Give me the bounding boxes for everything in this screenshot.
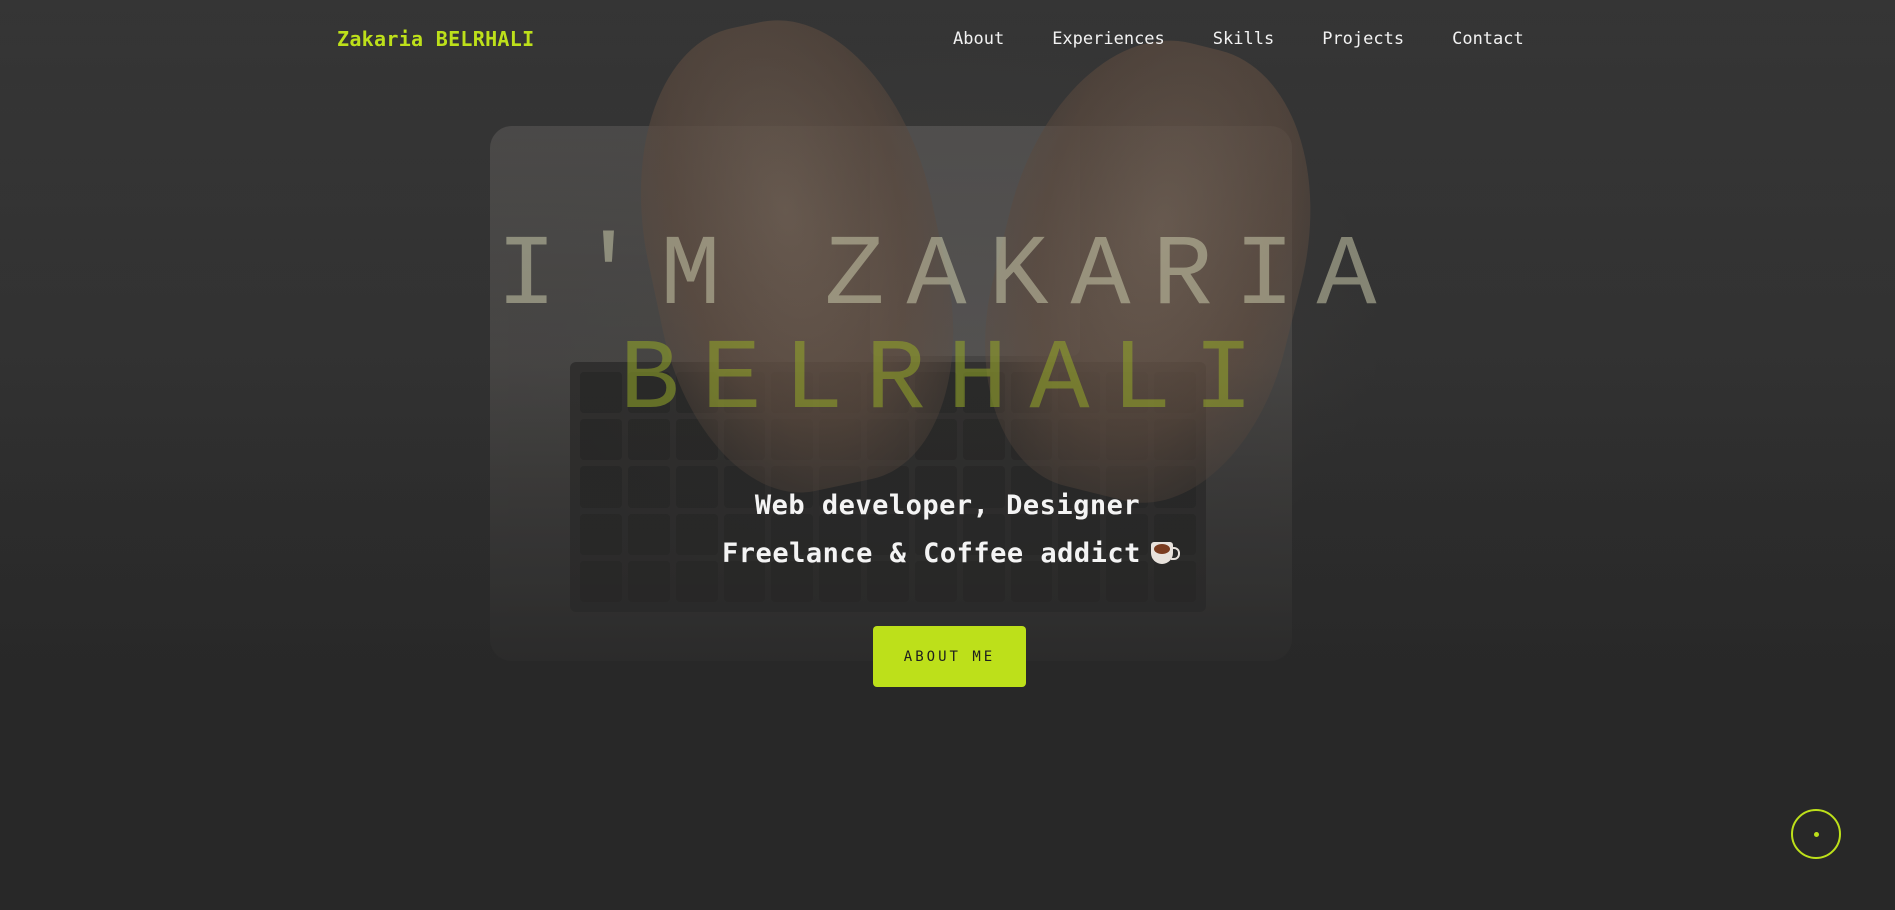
hero-subtitle-tagline-text: Freelance & Coffee addict	[722, 538, 1141, 569]
nav-link-contact[interactable]: Contact	[1452, 29, 1524, 49]
hero-title-line2: BELRHALI	[619, 325, 1276, 438]
scroll-indicator-button[interactable]	[1791, 809, 1841, 859]
nav-link-projects[interactable]: Projects	[1322, 29, 1404, 49]
hero-subtitle-role: Web developer, Designer	[0, 490, 1895, 521]
hero-title-line1: I'M ZAKARIA	[496, 221, 1399, 334]
hero-subtitle-tagline: Freelance & Coffee addict	[0, 538, 1895, 569]
nav-link-about[interactable]: About	[953, 29, 1004, 49]
nav-link-skills[interactable]: Skills	[1213, 29, 1274, 49]
hero-title: I'M ZAKARIA BELRHALI	[0, 228, 1895, 432]
hero-subtitle-role-text: Web developer, Designer	[754, 490, 1141, 521]
site-header: Zakaria BELRHALI About Experiences Skill…	[0, 0, 1895, 80]
main-nav: About Experiences Skills Projects Contac…	[953, 29, 1524, 49]
scroll-indicator-icon	[1814, 832, 1819, 837]
nav-link-experiences[interactable]: Experiences	[1052, 29, 1165, 49]
about-me-button[interactable]: ABOUT ME	[873, 626, 1026, 687]
coffee-icon	[1150, 542, 1180, 564]
hero-background-image	[0, 0, 1895, 910]
site-logo[interactable]: Zakaria BELRHALI	[337, 27, 534, 51]
